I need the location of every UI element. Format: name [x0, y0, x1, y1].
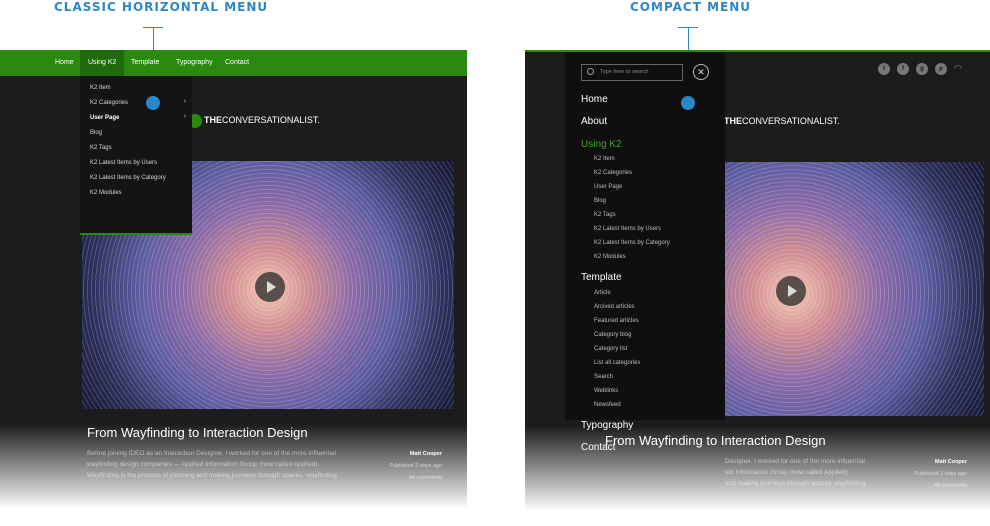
- menu-item-template[interactable]: Template: [581, 272, 622, 283]
- chevron-right-icon: ›: [183, 113, 186, 120]
- menu-item-home[interactable]: Home: [581, 94, 608, 105]
- nav-typography[interactable]: Typography: [168, 50, 221, 76]
- dropdown-item-latest-by-category[interactable]: K2 Latest Items by Category: [90, 175, 166, 181]
- rss-icon[interactable]: ◠: [954, 63, 962, 74]
- offcanvas-menu: Type here to search ✕ Home About Using K…: [565, 52, 725, 420]
- menu-item-about[interactable]: About: [581, 116, 607, 127]
- dropdown-item-k2-modules[interactable]: K2 Modules: [90, 190, 122, 196]
- article-excerpt: Before joining IDEO as an Interaction De…: [87, 450, 337, 479]
- site-logo[interactable]: THECONVERSATIONALIST.: [724, 116, 840, 126]
- dropdown-menu: K2 Item K2 Categories › User Page › Blog…: [80, 76, 192, 235]
- play-button[interactable]: [776, 276, 806, 306]
- close-icon[interactable]: ✕: [693, 64, 709, 80]
- search-input[interactable]: Type here to search: [581, 64, 683, 81]
- menu-item-typography[interactable]: Typography: [581, 420, 633, 431]
- chevron-right-icon: ›: [183, 98, 186, 105]
- dropdown-item-k2-categories[interactable]: K2 Categories: [90, 100, 128, 106]
- dropdown-item-user-page[interactable]: User Page: [90, 115, 119, 121]
- nav-template[interactable]: Template: [123, 50, 167, 76]
- submenu-item[interactable]: Blog: [594, 198, 606, 204]
- article-meta: Matt Cooper Published 2 days ago 44 comm…: [914, 459, 967, 489]
- dropdown-item-blog[interactable]: Blog: [90, 130, 102, 136]
- site-logo[interactable]: THECONVERSATIONALIST.: [204, 115, 320, 125]
- submenu-item[interactable]: Category list: [594, 346, 627, 352]
- submenu-item[interactable]: Search: [594, 374, 613, 380]
- menu-item-using-k2[interactable]: Using K2: [581, 139, 622, 150]
- article-title[interactable]: From Wayfinding to Interaction Design: [605, 433, 826, 448]
- compact-menu-preview: t f g p ◠ THECONVERSATIONALIST. From Way…: [525, 50, 990, 526]
- dropdown-item-k2-item[interactable]: K2 Item: [90, 85, 111, 91]
- classic-menu-caption: CLASSIC HORIZONTAL MENU: [54, 0, 269, 14]
- submenu-item[interactable]: Article: [594, 290, 611, 296]
- search-icon: [587, 68, 594, 75]
- nav-home[interactable]: Home: [47, 50, 82, 76]
- google-plus-icon[interactable]: g: [916, 63, 928, 75]
- callout-dot: [146, 96, 160, 110]
- dropdown-item-k2-tags[interactable]: K2 Tags: [90, 145, 112, 151]
- article-title[interactable]: From Wayfinding to Interaction Design: [87, 425, 308, 440]
- submenu-item[interactable]: Weblinks: [594, 388, 618, 394]
- submenu-item[interactable]: K2 Modules: [594, 254, 626, 260]
- facebook-icon[interactable]: f: [897, 63, 909, 75]
- dropdown-item-latest-by-users[interactable]: K2 Latest Items by Users: [90, 160, 157, 166]
- submenu-item[interactable]: Newsfeed: [594, 402, 621, 408]
- submenu-item[interactable]: K2 Latest Items by Category: [594, 240, 670, 246]
- submenu-item[interactable]: K2 Item: [594, 156, 615, 162]
- pinterest-icon[interactable]: p: [935, 63, 947, 75]
- submenu-item[interactable]: Arcived articles: [594, 304, 635, 310]
- article-excerpt: Designer, I worked for one of the more i…: [725, 458, 866, 487]
- nav-contact[interactable]: Contact: [217, 50, 257, 76]
- submenu-item[interactable]: List all categories: [594, 360, 640, 366]
- menu-item-contact[interactable]: Contact: [581, 442, 615, 453]
- twitter-icon[interactable]: t: [878, 63, 890, 75]
- submenu-item[interactable]: K2 Latest Items by Users: [594, 226, 661, 232]
- submenu-item[interactable]: User Page: [594, 184, 622, 190]
- submenu-item[interactable]: K2 Tags: [594, 212, 616, 218]
- submenu-item[interactable]: Category blog: [594, 332, 631, 338]
- callout-dot: [681, 96, 695, 110]
- submenu-item[interactable]: Featured articles: [594, 318, 639, 324]
- play-button[interactable]: [255, 272, 285, 302]
- compact-menu-caption: COMPACT MENU: [630, 0, 752, 14]
- submenu-item[interactable]: K2 Categories: [594, 170, 632, 176]
- classic-menu-preview: Home Using K2 Template Typography Contac…: [0, 50, 467, 524]
- nav-using-k2[interactable]: Using K2: [80, 50, 125, 76]
- article-meta: Matt Cooper Published 2 days ago 44 comm…: [389, 451, 442, 481]
